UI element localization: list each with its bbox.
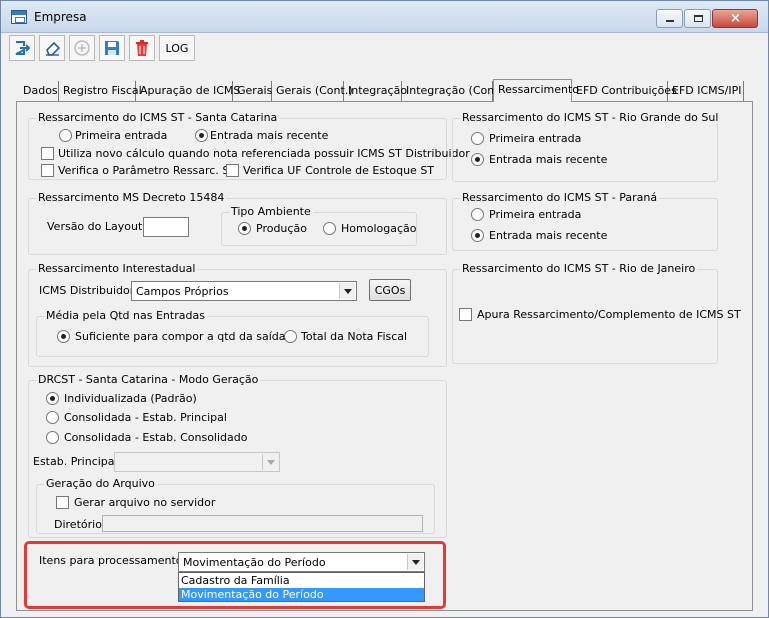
- exit-icon: [15, 41, 31, 55]
- plus-circle-icon: [74, 40, 90, 56]
- minimize-icon: [666, 20, 674, 22]
- close-icon: ×: [730, 11, 741, 26]
- principal-establishment-select[interactable]: [114, 452, 280, 472]
- tab-apuracao-icms[interactable]: Apuração de ICMS: [136, 81, 240, 101]
- sc-first-entry-label: Primeira entrada: [75, 129, 168, 142]
- directory-input[interactable]: [102, 515, 423, 532]
- drcst-individual-label: Individualizada (Padrão): [64, 392, 197, 405]
- rs-recent-entry-radio[interactable]: [471, 153, 484, 166]
- drcst-individual-radio[interactable]: [46, 392, 59, 405]
- ms-group-title: Ressarcimento MS Decreto 15484: [36, 191, 227, 204]
- production-label: Produção: [256, 222, 307, 235]
- rj-apura-checkbox[interactable]: [459, 308, 472, 321]
- title-bar: Empresa ×: [1, 1, 768, 33]
- rs-recent-entry-label: Entrada mais recente: [489, 153, 608, 166]
- invoice-total-label: Total da Nota Fiscal: [301, 330, 408, 343]
- media-title: Média pela Qtd nas Entradas: [44, 309, 207, 322]
- server-file-label: Gerar arquivo no servidor: [74, 496, 216, 509]
- interstate-group-title: Ressarcimento Interestadual: [36, 262, 198, 275]
- sufficient-radio[interactable]: [57, 330, 70, 343]
- empresa-window: Empresa × LOG Dados Registro Fiscal Apur…: [0, 0, 769, 618]
- tab-integracao[interactable]: Integração: [344, 81, 407, 101]
- tab-registro-fiscal[interactable]: Registro Fiscal: [59, 81, 142, 101]
- sc-recent-entry-radio[interactable]: [195, 129, 208, 142]
- maximize-button[interactable]: [684, 9, 711, 28]
- tab-gerais[interactable]: Gerais: [233, 81, 272, 101]
- directory-label: Diretório: [54, 518, 102, 531]
- pr-group: Ressarcimento do ICMS ST - Paraná: [452, 191, 718, 251]
- drcst-consolidated-label: Consolidada - Estab. Consolidado: [64, 431, 248, 444]
- tab-gerais-cont[interactable]: Gerais (Cont.): [272, 81, 353, 101]
- homologation-label: Homologação: [341, 222, 417, 235]
- red-highlight-box: [24, 541, 446, 609]
- homologation-radio[interactable]: [323, 222, 336, 235]
- file-generation-title: Geração do Arquivo: [44, 477, 157, 490]
- rs-group-title: Ressarcimento do ICMS ST - Rio Grande do…: [460, 111, 721, 124]
- layout-version-label: Versão do Layout: [47, 220, 143, 233]
- sc-new-calc-label: Utiliza novo cálculo quando nota referen…: [58, 147, 470, 160]
- tab-dados[interactable]: Dados: [19, 81, 59, 101]
- chevron-down-icon[interactable]: [262, 454, 278, 470]
- sufficient-label: Suficiente para compor a qtd da saída: [75, 330, 286, 343]
- icms-distributor-label: ICMS Distribuidor:: [39, 284, 138, 297]
- close-button[interactable]: ×: [712, 9, 758, 28]
- add-button[interactable]: [69, 35, 95, 61]
- tab-efd-icms-ipi[interactable]: EFD ICMS/IPI: [668, 81, 744, 101]
- sc-recent-entry-label: Entrada mais recente: [210, 129, 329, 142]
- eraser-icon: [46, 41, 61, 56]
- rj-apura-label: Apura Ressarcimento/Complemento de ICMS …: [477, 308, 741, 321]
- pr-first-entry-radio[interactable]: [471, 208, 484, 221]
- maximize-icon: [694, 15, 703, 22]
- log-button[interactable]: LOG: [159, 35, 195, 61]
- drcst-consolidated-radio[interactable]: [46, 431, 59, 444]
- sc-new-calc-checkbox[interactable]: [41, 147, 54, 160]
- drcst-principal-radio[interactable]: [46, 411, 59, 424]
- pr-first-entry-label: Primeira entrada: [489, 208, 582, 221]
- rs-first-entry-radio[interactable]: [471, 132, 484, 145]
- save-icon: [105, 41, 119, 55]
- sc-uf-checkbox[interactable]: [226, 164, 239, 177]
- sc-group-title: Ressarcimento do ICMS ST - Santa Catarin…: [36, 111, 280, 124]
- drcst-group-title: DRCST - Santa Catarina - Modo Geração: [36, 373, 261, 386]
- sc-param-label: Verifica o Parâmetro Ressarc. ST: [58, 164, 237, 177]
- tab-integracao-com[interactable]: Integração (Com.): [402, 81, 506, 101]
- window-title: Empresa: [34, 10, 87, 24]
- rs-group: Ressarcimento do ICMS ST - Rio Grande do…: [452, 111, 721, 182]
- rj-group-title: Ressarcimento do ICMS ST - Rio de Janeir…: [460, 262, 698, 275]
- icms-distributor-value: Campos Próprios: [136, 285, 229, 298]
- sc-uf-label: Verifica UF Controle de Estoque ST: [243, 164, 435, 177]
- toolbar: LOG: [9, 35, 759, 63]
- delete-button[interactable]: [129, 35, 155, 61]
- tab-ressarcimento[interactable]: Ressarcimento: [493, 79, 579, 102]
- ambiente-title: Tipo Ambiente: [229, 205, 313, 218]
- exit-button[interactable]: [9, 35, 35, 61]
- principal-establishment-label: Estab. Principal: [33, 455, 118, 468]
- clear-button[interactable]: [39, 35, 65, 61]
- rs-first-entry-label: Primeira entrada: [489, 132, 582, 145]
- save-button[interactable]: [99, 35, 125, 61]
- pr-recent-entry-radio[interactable]: [471, 229, 484, 242]
- icms-distributor-select[interactable]: Campos Próprios: [131, 281, 357, 301]
- drcst-principal-label: Consolidada - Estab. Principal: [64, 411, 227, 424]
- invoice-total-radio[interactable]: [284, 330, 297, 343]
- trash-icon: [136, 40, 148, 56]
- cgos-button[interactable]: CGOs: [369, 279, 411, 301]
- server-file-checkbox[interactable]: [56, 496, 69, 509]
- production-radio[interactable]: [238, 222, 251, 235]
- minimize-button[interactable]: [656, 9, 683, 28]
- tab-efd-contribuicoes[interactable]: EFD Contribuições: [572, 81, 677, 101]
- chevron-down-icon[interactable]: [339, 283, 355, 299]
- pr-group-title: Ressarcimento do ICMS ST - Paraná: [460, 191, 660, 204]
- app-icon: [11, 10, 27, 24]
- layout-version-input[interactable]: [143, 217, 189, 237]
- pr-recent-entry-label: Entrada mais recente: [489, 229, 608, 242]
- sc-param-checkbox[interactable]: [41, 164, 54, 177]
- sc-first-entry-radio[interactable]: [59, 129, 72, 142]
